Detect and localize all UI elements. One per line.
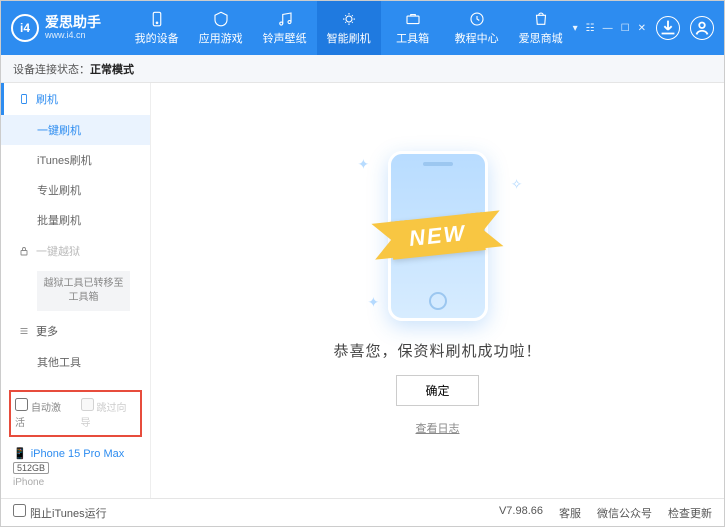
ok-button[interactable]: 确定	[396, 375, 478, 406]
device-name[interactable]: 📱 iPhone 15 Pro Max	[13, 447, 138, 460]
sidebar-item-more-0[interactable]: 其他工具	[1, 347, 150, 377]
flash-icon	[18, 93, 30, 105]
storage-badge: 512GB	[13, 462, 49, 474]
maximize-icon[interactable]: ☐	[621, 23, 630, 34]
nav-icon	[532, 10, 550, 28]
success-illustration: ✦ ✧ ✦ NEW	[338, 146, 538, 326]
sidebar-group-jailbreak: 一键越狱	[1, 235, 150, 267]
logo: i4 爱思助手 www.i4.cn	[11, 14, 125, 42]
top-nav: 我的设备应用游戏铃声壁纸智能刷机工具箱教程中心爱思商城	[125, 1, 573, 55]
app-header: i4 爱思助手 www.i4.cn 我的设备应用游戏铃声壁纸智能刷机工具箱教程中…	[1, 1, 724, 55]
status-value: 正常模式	[90, 61, 134, 77]
footer-link-support[interactable]: 客服	[559, 505, 581, 521]
skip-guide-checkbox[interactable]: 跳过向导	[81, 398, 137, 429]
lock-icon	[18, 245, 30, 257]
jailbreak-note: 越狱工具已转移至工具箱	[37, 271, 130, 311]
sidebar: 刷机 一键刷机iTunes刷机专业刷机批量刷机 一键越狱 越狱工具已转移至工具箱…	[1, 83, 151, 498]
version-label: V7.98.66	[499, 505, 543, 521]
sidebar-item-flash-0[interactable]: 一键刷机	[1, 115, 150, 145]
minimize-icon[interactable]: —	[603, 23, 613, 34]
sidebar-item-more-1[interactable]: 下载固件	[1, 377, 150, 386]
sidebar-item-flash-1[interactable]: iTunes刷机	[1, 145, 150, 175]
nav-icon	[148, 10, 166, 28]
footer: 阻止iTunes运行 V7.98.66 客服 微信公众号 检查更新	[1, 498, 724, 526]
main-area: ✦ ✧ ✦ NEW 恭喜您，保资料刷机成功啦！ 确定 查看日志	[151, 83, 724, 498]
app-subtitle: www.i4.cn	[45, 31, 101, 41]
nav-icon	[212, 10, 230, 28]
nav-item-4[interactable]: 工具箱	[381, 1, 445, 55]
sidebar-item-flash-3[interactable]: 批量刷机	[1, 205, 150, 235]
block-itunes-checkbox[interactable]: 阻止iTunes运行	[13, 504, 107, 521]
footer-link-wechat[interactable]: 微信公众号	[597, 505, 652, 521]
user-icon[interactable]	[690, 16, 714, 40]
nav-item-5[interactable]: 教程中心	[445, 1, 509, 55]
device-type: iPhone	[13, 477, 138, 488]
auto-activate-checkbox[interactable]: 自动激活	[15, 398, 71, 429]
success-message: 恭喜您，保资料刷机成功啦！	[333, 340, 541, 361]
menu-icon[interactable]: ▾	[573, 23, 578, 34]
nav-icon	[340, 10, 358, 28]
sidebar-item-flash-2[interactable]: 专业刷机	[1, 175, 150, 205]
nav-icon	[404, 10, 422, 28]
status-bar: 设备连接状态： 正常模式	[1, 55, 724, 83]
footer-link-update[interactable]: 检查更新	[668, 505, 712, 521]
window-controls[interactable]: ▾ ☷ — ☐ ✕	[573, 23, 646, 34]
view-log-link[interactable]: 查看日志	[416, 420, 460, 436]
nav-item-3[interactable]: 智能刷机	[317, 1, 381, 55]
sidebar-group-flash[interactable]: 刷机	[1, 83, 150, 115]
grid-icon[interactable]: ☷	[586, 23, 595, 34]
nav-icon	[276, 10, 294, 28]
logo-icon: i4	[11, 14, 39, 42]
phone-icon: 📱	[13, 447, 27, 460]
nav-item-2[interactable]: 铃声壁纸	[253, 1, 317, 55]
nav-item-0[interactable]: 我的设备	[125, 1, 189, 55]
sidebar-group-more[interactable]: 更多	[1, 315, 150, 347]
download-icon[interactable]	[656, 16, 680, 40]
nav-item-6[interactable]: 爱思商城	[509, 1, 573, 55]
app-title: 爱思助手	[45, 15, 101, 30]
nav-item-1[interactable]: 应用游戏	[189, 1, 253, 55]
device-info: 📱 iPhone 15 Pro Max 512GB iPhone	[1, 441, 150, 498]
close-icon[interactable]: ✕	[638, 23, 646, 34]
more-icon	[18, 325, 30, 337]
status-label: 设备连接状态：	[13, 61, 90, 77]
options-row: 自动激活 跳过向导	[9, 390, 142, 437]
nav-icon	[468, 10, 486, 28]
